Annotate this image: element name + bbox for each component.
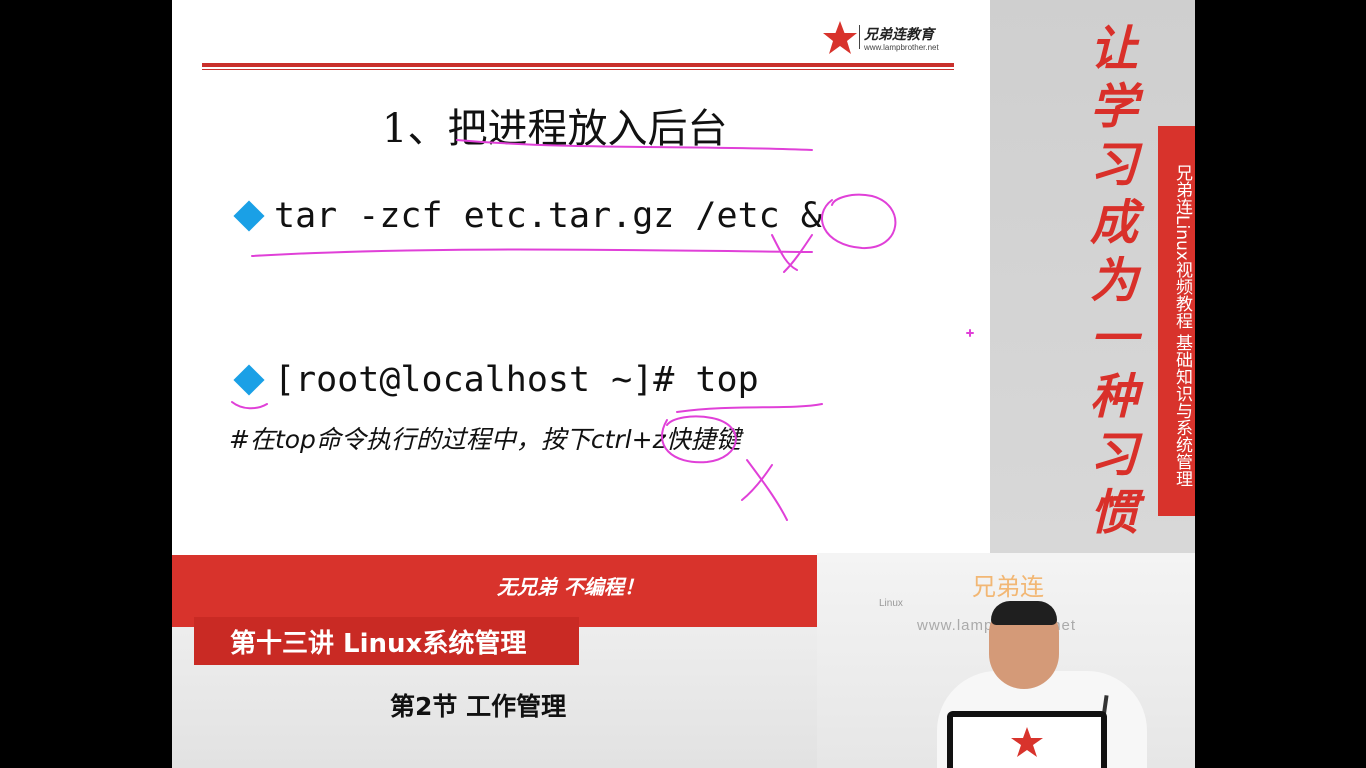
bullet-command-2: [root@localhost ~]# top <box>230 360 759 400</box>
header-rule-thin <box>202 69 954 70</box>
lower-third: 无兄弟 不编程！ 第十三讲 Linux系统管理 第2节 工作管理 <box>172 555 817 768</box>
laptop <box>947 711 1107 768</box>
command-text-2: [root@localhost ~]# top <box>274 360 759 400</box>
command-note: #在top命令执行的过程中，按下ctrl+z快捷键 <box>229 425 741 454</box>
laptop-screen <box>953 717 1101 768</box>
tagline: 无兄弟 不编程！ <box>497 575 644 599</box>
diamond-bullet-icon <box>233 200 265 232</box>
instructor-hair <box>991 601 1057 625</box>
brand-logo: 兄弟连教育 www.lampbrother.net <box>822 16 962 60</box>
command-text-1: tar -zcf etc.tar.gz /etc & <box>274 196 822 236</box>
slogan: 让学习成为一种习惯 <box>1089 21 1138 541</box>
logo-url: www.lampbrother.net <box>864 43 939 52</box>
logo-brand-text: 兄弟连教育 <box>864 27 934 43</box>
series-title: 兄弟连Linux视频教程 基础知识与系统管理 <box>1158 126 1195 516</box>
bullet-command-1: tar -zcf etc.tar.gz /etc & <box>230 196 822 236</box>
red-star-logo-icon <box>823 21 857 54</box>
laptop-star-icon <box>1011 727 1043 757</box>
logo-separator <box>859 25 860 49</box>
webcam-brand: 兄弟连 <box>972 573 1044 601</box>
section-title: 第2节 工作管理 <box>390 692 567 721</box>
instructor-webcam: 兄弟连 Linux www.lampbrother.net <box>817 553 1195 768</box>
right-banner: 让学习成为一种习惯 兄弟连Linux视频教程 基础知识与系统管理 <box>990 0 1195 555</box>
diamond-bullet-icon <box>233 364 265 396</box>
slide: 兄弟连教育 www.lampbrother.net 1、把进程放入后台 tar … <box>172 0 990 555</box>
video-frame: 兄弟连教育 www.lampbrother.net 1、把进程放入后台 tar … <box>172 0 1195 768</box>
webcam-linux-label: Linux <box>879 598 903 609</box>
slide-heading: 1、把进程放入后台 <box>382 106 728 152</box>
header-rule <box>202 63 954 67</box>
annotation-ink <box>231 139 974 521</box>
lecture-title: 第十三讲 Linux系统管理 <box>194 617 579 665</box>
